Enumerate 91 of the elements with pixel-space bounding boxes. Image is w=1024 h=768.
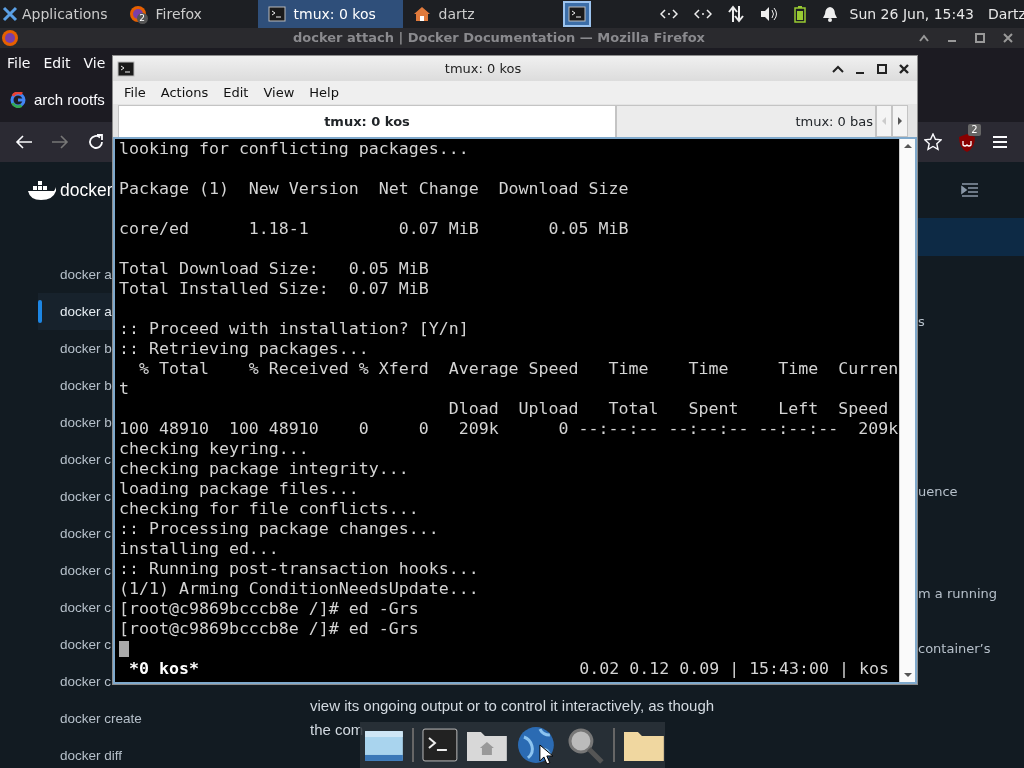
menu-item[interactable]: Help bbox=[309, 82, 339, 103]
menu-item[interactable]: Actions bbox=[160, 82, 209, 103]
menu-item[interactable]: Vie bbox=[83, 52, 106, 74]
terminal-icon[interactable] bbox=[421, 728, 458, 762]
sidebar-item[interactable]: docker a bbox=[38, 293, 114, 330]
sidebar-item[interactable]: docker c bbox=[38, 626, 114, 663]
menu-item[interactable]: File bbox=[124, 82, 146, 103]
window-title: tmux: 0 kos bbox=[444, 60, 522, 76]
tmux-window-label: *0 kos* bbox=[129, 659, 199, 679]
taskbar-button[interactable]: 2 Firefox bbox=[117, 0, 258, 28]
terminal-line: t bbox=[119, 379, 130, 399]
terminal-tab[interactable]: tmux: 0 kos bbox=[118, 105, 616, 137]
home-icon bbox=[412, 6, 431, 22]
menu-icon[interactable] bbox=[992, 135, 1008, 149]
sidebar-item[interactable]: docker c bbox=[38, 441, 114, 478]
sidebar-item[interactable]: docker b bbox=[38, 330, 114, 367]
terminal-icon bbox=[117, 60, 135, 77]
text-fragment: m a running bbox=[918, 585, 998, 603]
terminal-line: installing ed... bbox=[119, 539, 280, 559]
terminal-line: loading package files... bbox=[119, 479, 360, 499]
taskbar-button[interactable]: dartz bbox=[402, 0, 553, 28]
bookmark-star-icon[interactable] bbox=[924, 133, 942, 151]
maximize-button[interactable] bbox=[875, 62, 889, 75]
terminal-line: [root@c9869bcccb8e /]# ed -Grs bbox=[119, 619, 420, 639]
scroll-right-button[interactable] bbox=[892, 105, 908, 137]
terminal-line: :: Retrieving packages... bbox=[119, 339, 370, 359]
back-button[interactable] bbox=[15, 134, 33, 150]
volume-icon[interactable] bbox=[759, 6, 778, 22]
count-badge: 2 bbox=[136, 13, 148, 24]
terminal-icon bbox=[267, 6, 286, 22]
menu-item[interactable]: File bbox=[7, 52, 31, 74]
window-button[interactable] bbox=[562, 1, 591, 27]
terminal-tab[interactable]: tmux: 0 bas bbox=[616, 105, 876, 137]
terminal-line: Dload Upload Total Spent Left Speed bbox=[447, 399, 890, 419]
whale-icon bbox=[27, 179, 56, 201]
sidebar-item[interactable]: docker c bbox=[38, 589, 114, 626]
terminal-line: :: Processing package changes... bbox=[119, 519, 440, 539]
terminal-line: Package (1) New Version Net Change Download Size bbox=[119, 179, 630, 199]
menu-item[interactable]: Edit bbox=[223, 82, 249, 103]
close-button[interactable] bbox=[897, 62, 911, 75]
terminal-icon bbox=[567, 6, 586, 22]
count-badge: 2 bbox=[968, 124, 981, 136]
text-fragment: uence bbox=[918, 482, 959, 501]
shield-icon[interactable] bbox=[958, 132, 976, 153]
applications-menu[interactable]: Applications bbox=[22, 3, 108, 25]
terminal-line: checking keyring... bbox=[119, 439, 310, 459]
reload-button[interactable] bbox=[87, 133, 105, 151]
tmux-status: 0.02 0.12 0.09 | 15:43:00 | kos bbox=[579, 659, 889, 679]
battery-icon[interactable] bbox=[793, 5, 806, 23]
paragraph-line: view its ongoing output or to control it interactively, as though bbox=[310, 696, 715, 716]
text-cursor bbox=[119, 641, 129, 657]
notification-icon[interactable] bbox=[821, 6, 838, 22]
terminal-line: core/ed 1.18-1 0.07 MiB 0.05 MiB bbox=[119, 219, 630, 239]
terminal-line: (1/1) Arming ConditionNeedsUpdate... bbox=[119, 579, 480, 599]
network-icon[interactable] bbox=[693, 8, 712, 20]
sidebar-item[interactable]: docker b bbox=[38, 404, 114, 441]
terminal-line: :: Running post-transaction hooks... bbox=[119, 559, 480, 579]
sidebar-item[interactable]: docker b bbox=[38, 367, 114, 404]
applications-icon[interactable] bbox=[2, 6, 18, 22]
terminal-line: Total Download Size: 0.05 MiB bbox=[119, 259, 430, 279]
sidebar-item[interactable]: docker diff bbox=[38, 737, 125, 768]
browser-tab[interactable]: arch rootfs bbox=[34, 88, 105, 112]
terminal-line: looking for conflicting packages... bbox=[119, 139, 470, 159]
terminal-line: 100 48910 100 48910 0 0 209k 0 --:--:-- --:--:-- --:--:-- 209k bbox=[119, 419, 899, 439]
terminal-line: [root@c9869bcccb8e /]# ed -Grs bbox=[119, 599, 420, 619]
window-title: docker attach | Docker Documentation — Mozilla Firefox bbox=[292, 30, 705, 46]
sidebar-item[interactable]: docker create bbox=[38, 700, 144, 737]
sidebar-item[interactable]: docker c bbox=[38, 552, 114, 589]
logo-text[interactable]: docker bbox=[60, 176, 113, 204]
google-icon bbox=[10, 92, 26, 108]
terminal-line: checking for file conflicts... bbox=[119, 499, 420, 519]
text-fragment: s bbox=[918, 313, 926, 331]
terminal-line: :: Proceed with installation? [Y/n] bbox=[119, 319, 470, 339]
menu-item[interactable]: Edit bbox=[43, 52, 71, 74]
terminal-line: checking package integrity... bbox=[119, 459, 410, 479]
terminal-line: Total Installed Size: 0.07 MiB bbox=[119, 279, 430, 299]
sidebar-toggle-icon[interactable] bbox=[961, 183, 979, 197]
transfer-icon[interactable] bbox=[727, 5, 744, 23]
forward-button[interactable] bbox=[51, 134, 69, 150]
paragraph-line: the com bbox=[310, 720, 364, 740]
taskbar-button[interactable]: tmux: 0 kos bbox=[257, 0, 403, 28]
sidebar-item[interactable]: docker c bbox=[38, 478, 114, 515]
text-fragment: container’s bbox=[918, 639, 992, 658]
menu-item[interactable]: View bbox=[263, 82, 295, 103]
clock[interactable]: Sun 26 Jun, 15:43 bbox=[849, 3, 974, 25]
firefox-icon bbox=[0, 28, 20, 48]
sidebar-item[interactable]: docker c bbox=[38, 663, 114, 700]
sidebar-item[interactable]: docker a bbox=[38, 256, 114, 293]
terminal-line: % Total % Received % Xferd Average Speed Time Time Time Curren bbox=[137, 359, 899, 379]
sidebar-item[interactable]: docker c bbox=[38, 515, 114, 552]
network-icon[interactable] bbox=[659, 8, 678, 20]
